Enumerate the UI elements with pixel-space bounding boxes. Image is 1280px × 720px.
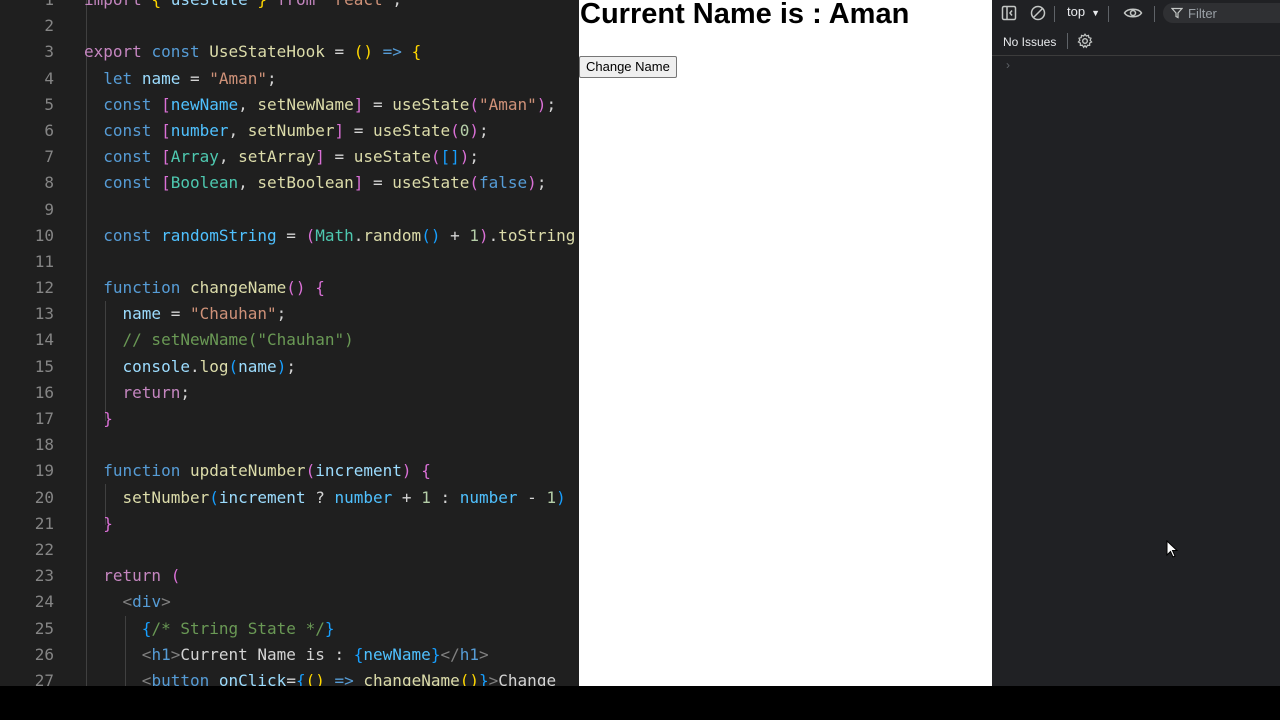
line-number: 15 (34, 356, 54, 376)
clear-console-icon[interactable] (1030, 5, 1046, 21)
code-text: import { useState } from "react"; (84, 0, 402, 13)
line-number: 26 (34, 644, 54, 664)
code-text: console.log(name); (122, 356, 296, 376)
code-text: } (103, 513, 113, 533)
line-number: 12 (34, 278, 54, 298)
line-number: 1 (0, 0, 54, 13)
line-number: 24 (34, 592, 54, 612)
code-text: let name = "Aman"; (103, 68, 277, 88)
code-editor[interactable]: 1import { useState } from "react";23expo… (0, 0, 579, 686)
console-toolbar: top ▼ Filter (992, 0, 1280, 27)
code-text: <h1>Current Name is : {newName}</h1> (141, 644, 489, 664)
live-expression-eye-icon[interactable] (1123, 5, 1143, 21)
code-text: function changeName() { (103, 278, 325, 298)
code-text: return; (122, 382, 190, 402)
line-number: 19 (34, 461, 54, 481)
page-title: Current Name is : Aman (580, 0, 910, 30)
code-text: export const UseStateHook = () => { (84, 42, 422, 62)
line-number: 8 (44, 173, 54, 193)
filter-input[interactable]: Filter (1163, 3, 1280, 23)
code-text: <button onClick={() => changeName()}>Cha… (141, 670, 557, 686)
line-number: 11 (34, 251, 54, 271)
toolbar-divider (1108, 6, 1109, 22)
filter-icon (1171, 7, 1183, 19)
code-text: {/* String State */} (141, 618, 335, 638)
line-number: 23 (34, 566, 54, 586)
code-text: <div> (122, 592, 171, 612)
line-number: 27 (34, 670, 54, 686)
code-text: const [Array, setArray] = useState([]); (103, 147, 480, 167)
toolbar-divider (1054, 6, 1055, 22)
line-number: 22 (34, 539, 54, 559)
line-number: 14 (34, 330, 54, 350)
issues-bar: No Issues (992, 28, 1280, 56)
line-number: 17 (34, 409, 54, 428)
line-number: 6 (44, 120, 54, 140)
code-text: const [Boolean, setBoolean] = useState(f… (103, 173, 547, 193)
change-name-button[interactable]: Change Name (579, 56, 677, 78)
line-number: 2 (44, 16, 54, 36)
line-number: 16 (34, 382, 54, 402)
line-number: 13 (34, 304, 54, 324)
toolbar-divider (1154, 6, 1155, 22)
code-text: return ( (103, 566, 181, 586)
context-selector-label: top (1067, 4, 1086, 19)
context-selector[interactable]: top ▼ (1067, 4, 1100, 19)
line-number: 5 (44, 94, 54, 114)
line-number: 4 (44, 68, 54, 88)
line-number: 7 (44, 147, 54, 167)
context-caret-icon: ▼ (1091, 8, 1100, 18)
sidebar-toggle-icon[interactable] (1001, 5, 1017, 21)
line-number: 20 (34, 487, 54, 507)
code-text: const [newName, setNewName] = useState("… (103, 94, 557, 114)
mouse-cursor-icon (1166, 540, 1179, 558)
issues-counter[interactable]: No Issues (1003, 35, 1056, 49)
code-text: const randomString = (Math.random() + 1)… (103, 225, 576, 245)
console-prompt-chevron-icon[interactable]: › (1006, 58, 1010, 72)
code-text: const [number, setNumber] = useState(0); (103, 120, 489, 140)
devtools-console-panel: top ▼ Filter No Issues › (992, 0, 1280, 686)
line-number: 18 (34, 435, 54, 455)
code-text: function updateNumber(increment) { (103, 461, 431, 481)
line-number: 10 (34, 225, 54, 245)
line-number: 21 (34, 513, 54, 533)
bottom-black-bar (0, 686, 1280, 720)
toolbar-divider (1067, 33, 1068, 49)
line-number: 25 (34, 618, 54, 638)
code-text: setNumber(increment ? number + 1 : numbe… (122, 487, 566, 507)
line-number: 3 (44, 42, 54, 62)
browser-viewport: Current Name is : Aman Change Name (579, 0, 992, 686)
settings-gear-icon[interactable] (1077, 33, 1093, 49)
line-number: 9 (44, 199, 54, 219)
code-text: } (103, 409, 113, 428)
filter-placeholder: Filter (1188, 6, 1217, 21)
code-text: // setNewName("Chauhan") (122, 330, 354, 350)
code-text: name = "Chauhan"; (122, 304, 287, 324)
